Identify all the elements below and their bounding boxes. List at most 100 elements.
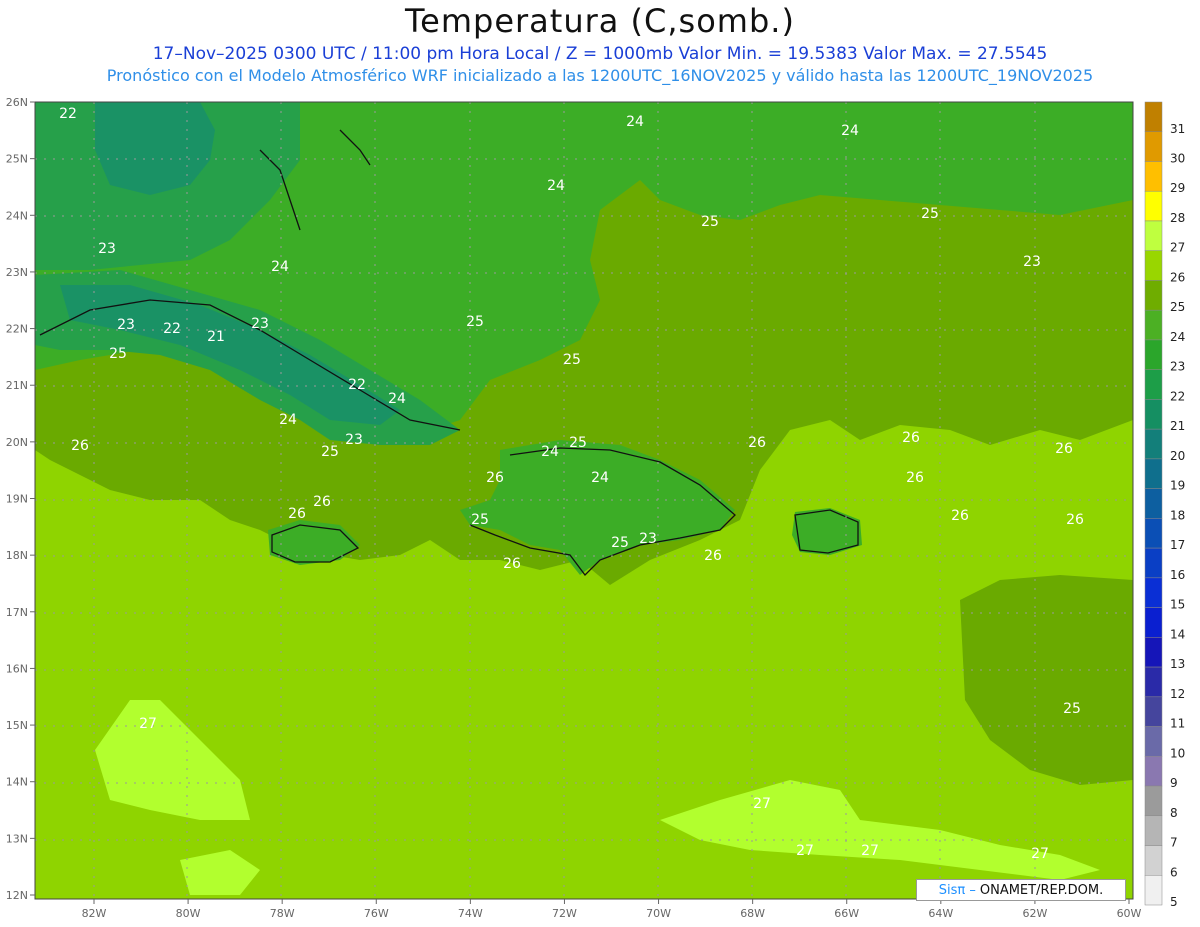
- contour-label: 22: [59, 106, 77, 122]
- contour-label: 24: [279, 412, 297, 428]
- lon-label: 76W: [364, 907, 389, 920]
- lat-label: 25N: [6, 153, 28, 166]
- colorbar-swatch: [1144, 696, 1163, 727]
- contour-label: 23: [345, 432, 363, 448]
- lat-label: 14N: [6, 776, 28, 789]
- lat-label: 24N: [6, 209, 28, 222]
- lon-label: 62W: [1022, 907, 1047, 920]
- contour-label: 23: [117, 317, 135, 333]
- contour-label: 21: [207, 329, 225, 345]
- colorbar-swatch: [1144, 428, 1163, 460]
- colorbar-swatch: [1144, 547, 1163, 579]
- contour-label: 24: [271, 259, 289, 275]
- colorbar-label: 10: [1170, 746, 1185, 760]
- colorbar-label: 19: [1170, 479, 1185, 493]
- contour-label: 26: [288, 506, 306, 522]
- lon-label: 72W: [552, 907, 577, 920]
- colorbar-label: 11: [1170, 717, 1185, 731]
- colorbar-label: 8: [1170, 806, 1178, 820]
- colorbar-label: 18: [1170, 508, 1185, 522]
- contour-label: 27: [1031, 846, 1049, 862]
- colorbar-label: 28: [1170, 211, 1185, 225]
- lat-label: 15N: [6, 719, 28, 732]
- colorbar-swatch: [1144, 756, 1163, 787]
- colorbar-label: 7: [1170, 836, 1178, 850]
- lat-label: 17N: [6, 606, 28, 619]
- colorbar-label: 12: [1170, 687, 1185, 701]
- contour-label: 22: [163, 321, 181, 337]
- lat-label: 23N: [6, 266, 28, 279]
- contour-label: 25: [701, 214, 719, 230]
- colorbar-swatch: [1144, 518, 1163, 549]
- colorbar-label: 31: [1170, 122, 1185, 136]
- colorbar-swatch: [1144, 637, 1163, 668]
- contour-label: 24: [626, 114, 644, 130]
- contour-label: 26: [1055, 441, 1073, 457]
- colorbar-label: 17: [1170, 538, 1185, 552]
- contour-label: 27: [753, 796, 771, 812]
- lat-label: 13N: [6, 832, 28, 845]
- contour-label: 25: [471, 512, 489, 528]
- lat-label: 26N: [6, 96, 28, 109]
- colorbar-label: 5: [1170, 895, 1178, 909]
- contour-label: 25: [563, 352, 581, 368]
- contour-label: 27: [139, 716, 157, 732]
- contour-label: 26: [951, 508, 969, 524]
- contour-label: 26: [902, 430, 920, 446]
- colorbar-swatch: [1144, 101, 1163, 132]
- colorbar-label: 21: [1170, 419, 1185, 433]
- sispi-logo: Sisπ –: [938, 882, 976, 898]
- lon-label: 80W: [176, 907, 201, 920]
- contour-label: 24: [547, 178, 565, 194]
- contour-label: 25: [921, 206, 939, 222]
- contour-label: 25: [569, 435, 587, 451]
- colorbar-swatch: [1144, 666, 1163, 698]
- colorbar-swatch: [1144, 845, 1163, 876]
- contour-label: 23: [98, 241, 116, 257]
- contour-label: 26: [486, 470, 504, 486]
- map-title: Temperatura (C,somb.): [405, 2, 795, 40]
- colorbar-label: 24: [1170, 330, 1185, 344]
- lat-axis: 26N 25N 24N 23N 22N 21N 20N 19N 18N 17N 16N 15N 14N 1…: [6, 96, 35, 902]
- contour-label: 25: [109, 346, 127, 362]
- colorbar-swatch: [1144, 726, 1163, 757]
- colorbar-label: 29: [1170, 181, 1185, 195]
- colorbar-swatch: [1144, 607, 1163, 638]
- colorbar-swatch: [1144, 369, 1163, 400]
- contour-label: 26: [906, 470, 924, 486]
- colorbar-swatch: [1144, 458, 1163, 489]
- contour-label: 26: [71, 438, 89, 454]
- colorbar-label: 9: [1170, 776, 1178, 790]
- contour-label: 23: [1023, 254, 1041, 270]
- credit-org: ONAMET/REP.DOM.: [979, 882, 1104, 898]
- contour-label: 24: [841, 123, 859, 139]
- colorbar-swatch: [1144, 309, 1163, 341]
- colorbar-swatch: [1144, 875, 1163, 906]
- credit-box: Sisπ – ONAMET/REP.DOM.: [916, 879, 1126, 901]
- temperature-map: 22 24 24 24 25 25 23 23 24 25 23 22 21 23 25 22 24 24 25 26…: [6, 96, 1186, 920]
- colorbar-label: 30: [1170, 152, 1185, 166]
- colorbar-label: 6: [1170, 865, 1178, 879]
- colorbar-label: 15: [1170, 598, 1185, 612]
- contour-label: 23: [251, 316, 269, 332]
- colorbar-label: 14: [1170, 627, 1185, 641]
- lon-label: 68W: [740, 907, 765, 920]
- contour-label: 24: [388, 391, 406, 407]
- contour-label: 25: [466, 314, 484, 330]
- colorbar-swatch: [1144, 815, 1163, 846]
- lat-label: 18N: [6, 549, 28, 562]
- contour-label: 23: [639, 531, 657, 547]
- colorbar-swatch: [1144, 131, 1163, 162]
- colorbar-label: 13: [1170, 657, 1185, 671]
- model-info-line: Pronóstico con el Modelo Atmosférico WRF…: [106, 66, 1094, 85]
- colorbar-swatch: [1144, 577, 1163, 608]
- colorbar-swatch: [1144, 785, 1163, 817]
- colorbar-label: 26: [1170, 270, 1185, 284]
- lat-label: 22N: [6, 323, 28, 336]
- contour-label: 25: [321, 444, 339, 460]
- colorbar-label: 25: [1170, 300, 1185, 314]
- map-field: 22 24 24 24 25 25 23 23 24 25 23 22 21 23 25 22 24 24 25 26…: [35, 102, 1133, 899]
- contour-label: 26: [704, 548, 722, 564]
- lon-axis: 82W 80W 78W 76W 74W 72W 70W 68W 66W 64W 62W 60W: [82, 899, 1142, 920]
- contour-label: 26: [748, 435, 766, 451]
